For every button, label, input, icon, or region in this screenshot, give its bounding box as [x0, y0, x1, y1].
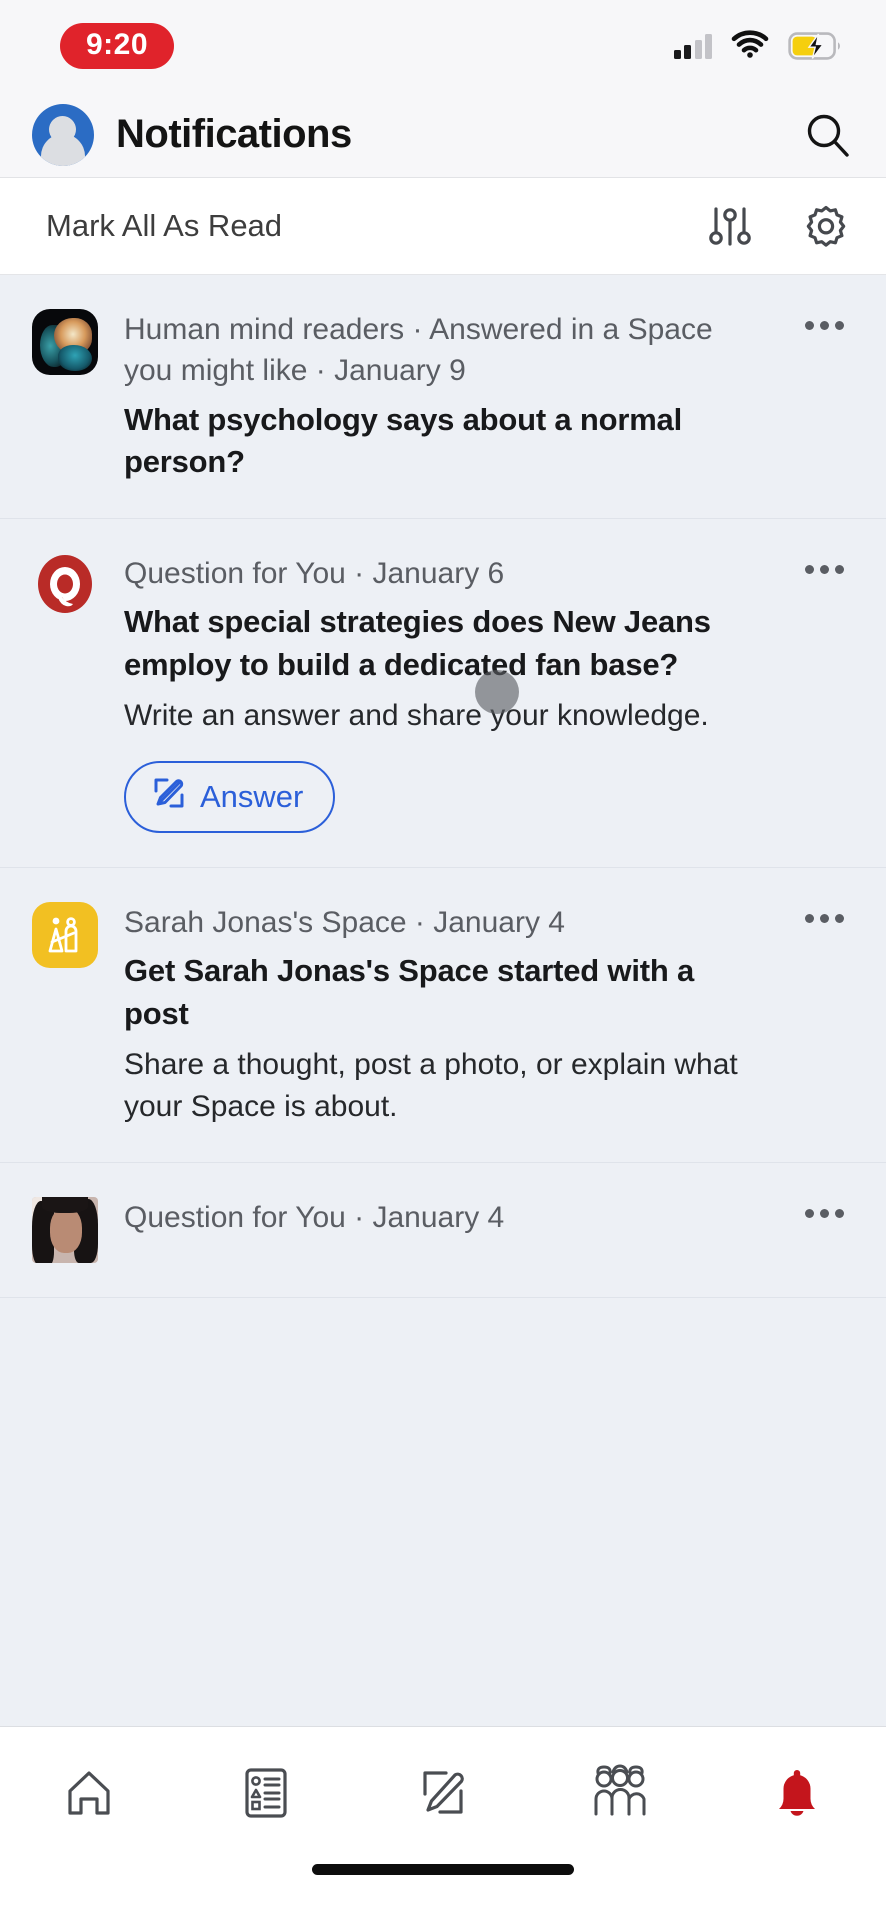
tab-home[interactable] [0, 1727, 177, 1864]
pencil-edit-icon [412, 1762, 474, 1829]
tab-spaces[interactable] [532, 1727, 709, 1864]
list-item-meta: Sarah Jonas's Space · January 4 [124, 906, 565, 940]
gear-icon[interactable] [800, 200, 852, 252]
app-header: Notifications [0, 92, 886, 178]
more-options-icon[interactable] [796, 1197, 852, 1219]
tab-following[interactable] [177, 1727, 354, 1864]
people-group-icon [587, 1762, 653, 1829]
more-options-icon[interactable] [796, 553, 852, 574]
mark-all-as-read-button[interactable]: Mark All As Read [46, 208, 704, 244]
list-item-body: Sarah Jonas's Space · January 4 Get Sara… [124, 902, 770, 1128]
search-icon[interactable] [800, 107, 856, 163]
sliders-filter-icon[interactable] [704, 200, 756, 252]
wifi-icon [731, 29, 769, 63]
list-item-meta: Human mind readers · Answered in a Space… [124, 313, 713, 388]
list-item-title[interactable]: What psychology says about a normal pers… [124, 399, 760, 484]
list-item-title[interactable]: What special strategies does New Jeans e… [124, 601, 760, 686]
person-photo-thumbnail [32, 1197, 98, 1264]
toolbar-icons [704, 200, 852, 252]
list-item-body: Question for You · January 6 What specia… [124, 553, 770, 834]
list-item-body: Human mind readers · Answered in a Space… [124, 309, 770, 484]
home-icon [58, 1762, 120, 1829]
list-feed-icon [238, 1762, 294, 1829]
status-bar: 9:20 [0, 0, 886, 92]
more-options-icon[interactable] [796, 902, 852, 924]
cellular-signal-icon [673, 33, 712, 59]
more-options-icon[interactable] [796, 309, 852, 330]
touch-cursor-indicator [475, 670, 519, 714]
notifications-toolbar: Mark All As Read [0, 178, 886, 275]
space-group-icon [32, 902, 98, 969]
pencil-edit-icon [152, 776, 186, 818]
home-indicator[interactable] [312, 1864, 574, 1875]
home-indicator-area [0, 1864, 886, 1920]
tab-notifications[interactable] [709, 1727, 886, 1864]
list-item[interactable]: Question for You · January 6 What specia… [0, 519, 886, 869]
phone-screen: 9:20 Notifications Mark All As Read Huma… [0, 0, 886, 1920]
quora-q-logo-icon [32, 552, 98, 619]
list-item-title[interactable]: Get Sarah Jonas's Space started with a p… [124, 950, 760, 1035]
list-item-body: Question for You · January 4 [124, 1197, 770, 1238]
list-item[interactable]: Sarah Jonas's Space · January 4 Get Sara… [0, 868, 886, 1164]
bell-icon [768, 1762, 826, 1829]
list-item-meta: Question for You · January 4 [124, 1201, 505, 1235]
avatar[interactable] [32, 103, 94, 166]
notifications-feed[interactable]: Human mind readers · Answered in a Space… [0, 275, 886, 1726]
list-item-subtitle: Write an answer and share your knowledge… [124, 699, 709, 733]
brain-thumbnail [32, 309, 98, 375]
answer-button[interactable]: Answer [124, 761, 336, 834]
status-time: 9:20 [60, 23, 175, 69]
battery-charging-icon [788, 32, 842, 60]
list-item-subtitle: Share a thought, post a photo, or explai… [124, 1048, 738, 1124]
answer-button-label: Answer [200, 779, 304, 815]
list-item[interactable]: Human mind readers · Answered in a Space… [0, 275, 886, 519]
list-item[interactable]: Question for You · January 4 [0, 1163, 886, 1299]
status-indicators [673, 29, 843, 63]
tab-answer[interactable] [354, 1727, 531, 1864]
bottom-tab-bar [0, 1726, 886, 1864]
list-item-meta: Question for You · January 6 [124, 556, 505, 590]
page-title: Notifications [116, 112, 352, 156]
